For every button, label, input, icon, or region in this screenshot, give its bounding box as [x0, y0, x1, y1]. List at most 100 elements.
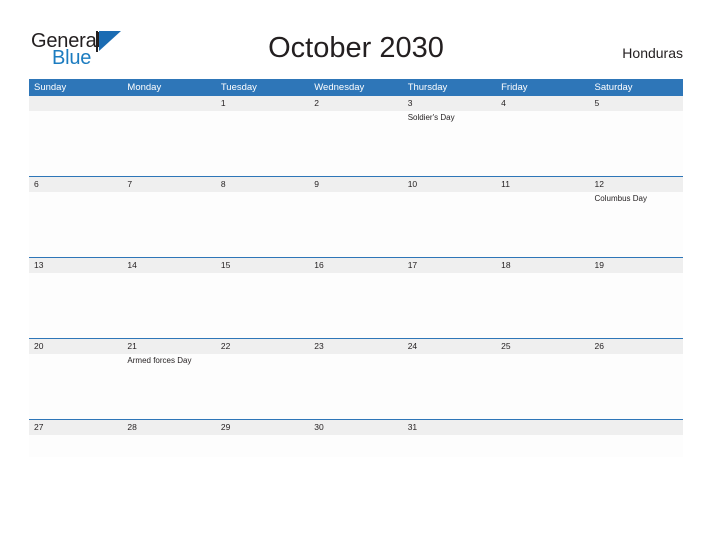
day-number-30[interactable]: 30	[309, 420, 402, 435]
day-number-29[interactable]: 29	[216, 420, 309, 435]
calendar-week-row: 13 14 15 16 17 18 19	[29, 257, 683, 338]
day-cell	[590, 435, 683, 457]
day-cell	[122, 111, 215, 176]
week-event-band	[29, 435, 683, 457]
week-event-band: Soldier's Day	[29, 111, 683, 176]
day-cell	[216, 111, 309, 176]
day-cell	[309, 273, 402, 338]
day-cell	[496, 192, 589, 257]
day-number-21[interactable]: 21	[122, 339, 215, 354]
day-number-3[interactable]: 3	[403, 96, 496, 111]
day-cell	[590, 354, 683, 419]
day-cell	[496, 273, 589, 338]
page-header: General Blue October 2030 Honduras	[0, 0, 712, 78]
day-cell	[403, 435, 496, 457]
day-cell	[403, 192, 496, 257]
day-number-9[interactable]: 9	[309, 177, 402, 192]
holiday-label: Soldier's Day	[407, 113, 455, 122]
page-title: October 2030	[268, 32, 444, 64]
day-number-empty	[496, 420, 589, 435]
day-cell	[496, 354, 589, 419]
day-cell	[496, 435, 589, 457]
day-number-2[interactable]: 2	[309, 96, 402, 111]
day-cell	[29, 111, 122, 176]
day-cell	[122, 435, 215, 457]
week-date-band: 12345	[29, 96, 683, 111]
week-event-band	[29, 273, 683, 338]
holiday-label: Columbus Day	[594, 194, 647, 203]
day-cell	[29, 273, 122, 338]
week-event-band: Columbus Day	[29, 192, 683, 257]
day-cell	[216, 192, 309, 257]
calendar-weeks: 1 2 3 4 5 Soldier's Day 6 7 8 9 10 11 12 Columbus Day…	[29, 96, 683, 457]
day-number-1[interactable]: 1	[216, 96, 309, 111]
day-cell	[29, 192, 122, 257]
day-cell	[122, 273, 215, 338]
day-number-6[interactable]: 6	[29, 177, 122, 192]
day-number-26[interactable]: 26	[590, 339, 683, 354]
day-number-16[interactable]: 16	[309, 258, 402, 273]
day-number-14[interactable]: 14	[122, 258, 215, 273]
weekday-header-friday: Friday	[501, 82, 528, 93]
day-cell	[216, 273, 309, 338]
day-number-5[interactable]: 5	[590, 96, 683, 111]
calendar-week-row: 6 7 8 9 10 11 12 Columbus Day	[29, 176, 683, 257]
day-number-22[interactable]: 22	[216, 339, 309, 354]
weekday-header-sunday: Sunday	[34, 82, 67, 93]
day-number-17[interactable]: 17	[403, 258, 496, 273]
day-cell	[216, 354, 309, 419]
day-number-23[interactable]: 23	[309, 339, 402, 354]
day-number-15[interactable]: 15	[216, 258, 309, 273]
day-number-11[interactable]: 11	[496, 177, 589, 192]
week-date-band: 27 28 29 30 31	[29, 420, 683, 435]
calendar-grid: Sunday Monday Tuesday Wednesday Thursday Frid…	[29, 79, 683, 457]
day-number-10[interactable]: 10	[403, 177, 496, 192]
day-number-7[interactable]: 7	[122, 177, 215, 192]
day-cell: Columbus Day	[590, 192, 683, 257]
calendar-week-row: 20 21 22 23 24 25 26 Armed forces Day	[29, 338, 683, 419]
day-number-20[interactable]: 20	[29, 339, 122, 354]
weekday-header-tuesday: Tuesday	[220, 82, 257, 93]
day-cell: Armed forces Day	[122, 354, 215, 419]
calendar-week-row: 27 28 29 30 31	[29, 419, 683, 457]
calendar-page: General Blue October 2030 Honduras Sunda…	[0, 0, 712, 550]
day-number-8[interactable]: 8	[216, 177, 309, 192]
day-number-18[interactable]: 18	[496, 258, 589, 273]
day-cell	[309, 111, 402, 176]
calendar-week-row: 1 2 3 4 5 Soldier's Day	[29, 96, 683, 176]
country-label: Honduras	[622, 45, 683, 61]
day-cell	[309, 354, 402, 419]
day-cell	[590, 111, 683, 176]
day-number-25[interactable]: 25	[496, 339, 589, 354]
day-cell: Soldier's Day	[403, 111, 496, 176]
day-cell	[216, 435, 309, 457]
day-number-empty	[590, 420, 683, 435]
week-date-band: 13 14 15 16 17 18 19	[29, 258, 683, 273]
weekday-header-wednesday: Wednesday	[314, 82, 365, 93]
week-event-band: Armed forces Day	[29, 354, 683, 419]
day-cell	[122, 192, 215, 257]
weekday-header-monday: Monday	[127, 82, 162, 93]
day-number-31[interactable]: 31	[403, 420, 496, 435]
day-cell	[403, 273, 496, 338]
day-cell	[496, 111, 589, 176]
week-date-band: 6 7 8 9 10 11 12	[29, 177, 683, 192]
weekday-header-row: Sunday Monday Tuesday Wednesday Thursday Frid…	[29, 79, 683, 96]
weekday-header-thursday: Thursday	[407, 82, 448, 93]
week-date-band: 20 21 22 23 24 25 26	[29, 339, 683, 354]
day-number-13[interactable]: 13	[29, 258, 122, 273]
day-number-4[interactable]: 4	[496, 96, 589, 111]
day-cell	[309, 192, 402, 257]
day-cell	[29, 354, 122, 419]
weekday-header-saturday: Saturday	[594, 82, 633, 93]
day-cell	[403, 354, 496, 419]
day-number-24[interactable]: 24	[403, 339, 496, 354]
day-cell	[590, 273, 683, 338]
day-number-28[interactable]: 28	[122, 420, 215, 435]
day-number-empty	[29, 96, 122, 111]
day-number-27[interactable]: 27	[29, 420, 122, 435]
day-number-12[interactable]: 12	[590, 177, 683, 192]
day-number-empty	[122, 96, 215, 111]
day-number-19[interactable]: 19	[590, 258, 683, 273]
day-cell	[29, 435, 122, 457]
